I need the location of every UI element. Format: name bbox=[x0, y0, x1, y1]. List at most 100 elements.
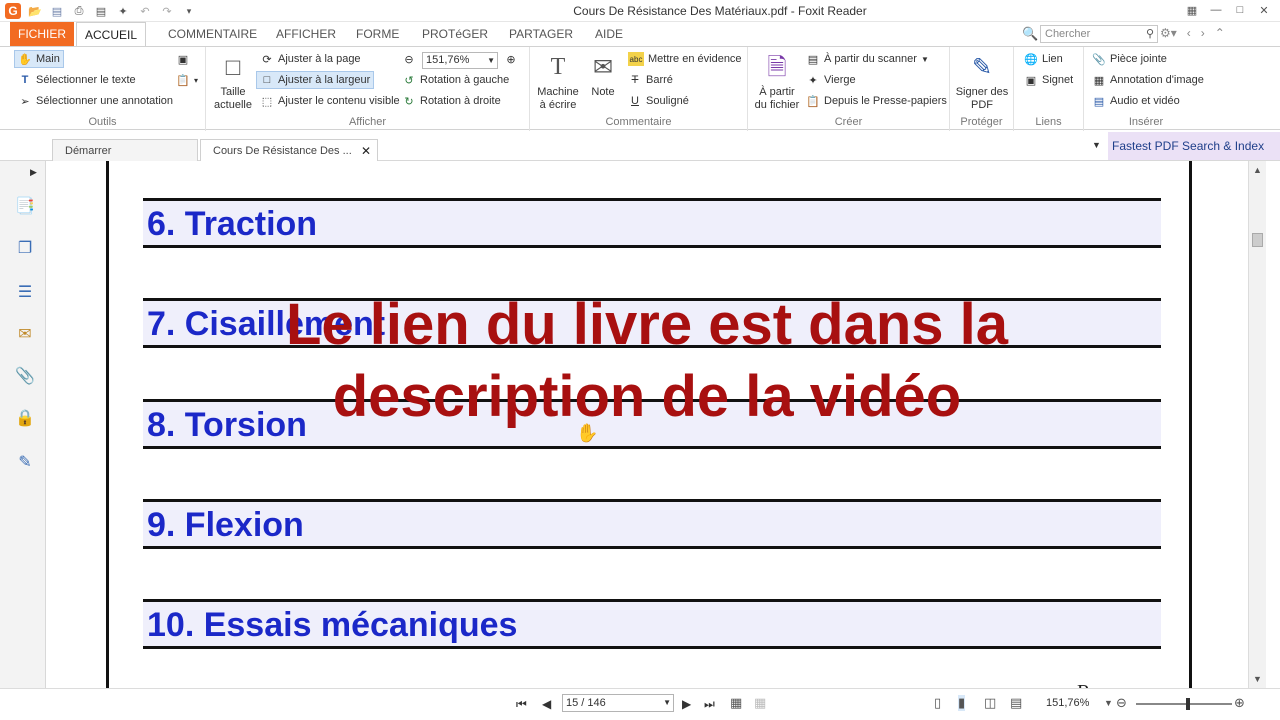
plugin-dropdown-icon[interactable]: ▼ bbox=[1092, 140, 1101, 150]
pages-panel-icon[interactable]: ❐ bbox=[14, 237, 36, 259]
camera-icon: ▣ bbox=[177, 53, 189, 66]
properties-icon[interactable]: ▤ bbox=[92, 2, 110, 20]
scroll-down-icon[interactable]: ▼ bbox=[1253, 674, 1262, 684]
signatures-panel-icon[interactable]: ✎ bbox=[14, 451, 36, 473]
audio-video-button[interactable]: ▤ Audio et vidéo bbox=[1092, 92, 1180, 110]
page-number-input[interactable]: 15 / 146 ▼ bbox=[562, 694, 674, 712]
clipboard-button[interactable]: 📋 ▾ bbox=[176, 71, 198, 89]
bookmark-button[interactable]: ▣ Signet bbox=[1024, 71, 1073, 89]
zoom-dropdown-icon[interactable]: ▼ bbox=[1104, 698, 1113, 708]
rotate-left-icon: ↺ bbox=[404, 74, 414, 87]
comments-panel-icon[interactable]: ✉ bbox=[14, 323, 36, 345]
zoom-slider-knob[interactable] bbox=[1186, 698, 1190, 710]
typewriter-button[interactable]: T Machine à écrire bbox=[534, 51, 582, 112]
document-tabs: Démarrer Cours De Résistance Des ... ✕ bbox=[0, 131, 1280, 161]
actual-size-button[interactable]: □ Taille actuelle bbox=[212, 51, 254, 112]
chevron-down-icon: ▼ bbox=[920, 54, 929, 64]
create-from-file-button[interactable]: 🗎 À partir du fichier bbox=[752, 51, 802, 112]
tab-proteger[interactable]: PROTéGER bbox=[414, 22, 496, 46]
tab-document[interactable]: Cours De Résistance Des ... ✕ bbox=[200, 139, 378, 161]
tab-partager[interactable]: PARTAGER bbox=[501, 22, 581, 46]
blank-button[interactable]: ✦ Vierge bbox=[806, 71, 855, 89]
sign-pdf-button[interactable]: ✎ Signer des PDF bbox=[954, 51, 1010, 112]
tab-commentaire[interactable]: COMMENTAIRE bbox=[160, 22, 265, 46]
rotate-right-button[interactable]: ↻ Rotation à droite bbox=[402, 92, 500, 110]
expand-panel-icon[interactable]: ▶ bbox=[30, 167, 37, 178]
attachments-panel-icon[interactable]: 📎 bbox=[14, 365, 36, 387]
from-scanner-button[interactable]: ▤ À partir du scanner ▼ bbox=[806, 50, 929, 68]
highlight-button[interactable]: abc Mettre en évidence bbox=[628, 50, 742, 68]
tab-accueil[interactable]: ACCUEIL bbox=[76, 22, 147, 47]
undo-icon[interactable]: ↶ bbox=[136, 2, 154, 20]
zoom-level[interactable]: 151,76% bbox=[1046, 697, 1089, 709]
hand-tool-button[interactable]: ✋ Main bbox=[14, 50, 64, 68]
typewriter-icon: T bbox=[550, 53, 566, 80]
strikeout-button[interactable]: T Barré bbox=[628, 71, 673, 89]
document-canvas[interactable]: 6. Traction 7. Cisaillement 8. Torsion 9… bbox=[46, 161, 1248, 688]
tab-forme[interactable]: FORME bbox=[348, 22, 407, 46]
forward-icon[interactable]: › bbox=[1201, 26, 1205, 40]
plugin-panel-tab[interactable]: Fastest PDF Search & Index bbox=[1108, 132, 1280, 160]
scrollbar-thumb[interactable] bbox=[1252, 233, 1263, 247]
group-proteger: ✎ Signer des PDF Protéger bbox=[950, 47, 1014, 131]
last-page-icon[interactable]: ⏭ bbox=[704, 697, 715, 712]
hand-cursor-icon: ✋ bbox=[576, 423, 599, 443]
fit-visible-button[interactable]: ⬚ Ajuster le contenu visible bbox=[260, 92, 400, 110]
first-page-icon[interactable]: ⏮ bbox=[516, 697, 527, 712]
customize-qat-icon[interactable]: ▾ bbox=[180, 2, 198, 20]
select-text-button[interactable]: T Sélectionner le texte bbox=[18, 71, 136, 89]
note-button[interactable]: ✉ Note bbox=[586, 51, 620, 99]
zoom-in-button[interactable]: ⊕ bbox=[504, 50, 518, 68]
fit-width-button[interactable]: □ Ajuster à la largeur bbox=[256, 71, 375, 89]
close-button[interactable]: ✕ bbox=[1256, 2, 1272, 18]
previous-view-icon[interactable]: ▦ bbox=[730, 695, 742, 711]
search-input[interactable]: Chercher ⚲ bbox=[1040, 25, 1158, 43]
ribbon: ✋ Main T Sélectionner le texte ➢ Sélecti… bbox=[0, 46, 1280, 131]
open-icon[interactable]: 📂 bbox=[26, 2, 44, 20]
facing-pages-icon[interactable]: ◫ bbox=[984, 695, 996, 711]
redo-icon[interactable]: ↷ bbox=[158, 2, 176, 20]
from-clipboard-button[interactable]: 📋 Depuis le Presse-papiers bbox=[806, 92, 947, 110]
new-icon[interactable]: ✦ bbox=[114, 2, 132, 20]
single-page-icon[interactable]: ▯ bbox=[934, 695, 941, 711]
zoom-select[interactable]: 151,76% ▼ bbox=[422, 52, 498, 69]
zoom-out-icon[interactable]: ⊖ bbox=[1116, 695, 1127, 711]
print-icon[interactable]: ⎙ bbox=[70, 2, 88, 20]
minimize-button[interactable]: — bbox=[1208, 2, 1224, 18]
attachment-icon: 📎 bbox=[1092, 53, 1106, 66]
image-annotation-button[interactable]: ▦ Annotation d'image bbox=[1092, 71, 1204, 89]
underline-button[interactable]: U Souligné bbox=[628, 92, 689, 110]
link-button[interactable]: 🌐 Lien bbox=[1024, 50, 1063, 68]
attachment-button[interactable]: 📎 Pièce jointe bbox=[1092, 50, 1167, 68]
tab-aide[interactable]: AIDE bbox=[587, 22, 631, 46]
rotate-left-button[interactable]: ↺ Rotation à gauche bbox=[402, 71, 509, 89]
snapshot-button[interactable]: ▣ bbox=[176, 50, 190, 68]
zoom-out-button[interactable]: ⊖ bbox=[402, 50, 416, 68]
back-icon[interactable]: ‹ bbox=[1187, 26, 1191, 40]
maximize-button[interactable]: □ bbox=[1232, 2, 1248, 18]
continuous-facing-icon[interactable]: ▤ bbox=[1010, 695, 1022, 711]
next-view-icon[interactable]: ▦ bbox=[754, 695, 766, 711]
tab-afficher[interactable]: AFFICHER bbox=[268, 22, 344, 46]
save-icon[interactable]: ▤ bbox=[48, 2, 66, 20]
search-tool-icon[interactable]: 🔍 bbox=[1022, 26, 1038, 42]
select-annotation-button[interactable]: ➢ Sélectionner une annotation bbox=[18, 92, 173, 110]
vertical-scrollbar[interactable]: ▲ ▼ bbox=[1248, 161, 1266, 688]
next-page-icon[interactable]: ▶ bbox=[682, 697, 691, 711]
tab-demarrer[interactable]: Démarrer bbox=[52, 139, 198, 161]
layers-panel-icon[interactable]: ☰ bbox=[14, 281, 36, 303]
bookmarks-panel-icon[interactable]: 📑 bbox=[14, 195, 36, 217]
zoom-slider[interactable] bbox=[1136, 698, 1232, 710]
close-tab-icon[interactable]: ✕ bbox=[361, 140, 371, 162]
collapse-ribbon-icon[interactable]: ⌃ bbox=[1215, 26, 1225, 40]
search-icon[interactable]: ⚲ bbox=[1146, 26, 1154, 42]
fit-page-button[interactable]: ⟳ Ajuster à la page bbox=[260, 50, 360, 68]
continuous-page-icon[interactable]: ▮ bbox=[958, 695, 966, 711]
tab-fichier[interactable]: FICHIER bbox=[10, 22, 74, 46]
security-panel-icon[interactable]: 🔒 bbox=[14, 407, 36, 429]
previous-page-icon[interactable]: ◀ bbox=[542, 697, 551, 711]
scroll-up-icon[interactable]: ▲ bbox=[1253, 165, 1262, 175]
settings-icon[interactable]: ⚙▾ bbox=[1160, 26, 1177, 40]
zoom-in-icon[interactable]: ⊕ bbox=[1234, 695, 1245, 711]
restore-layout-icon[interactable]: ▦ bbox=[1184, 2, 1200, 18]
